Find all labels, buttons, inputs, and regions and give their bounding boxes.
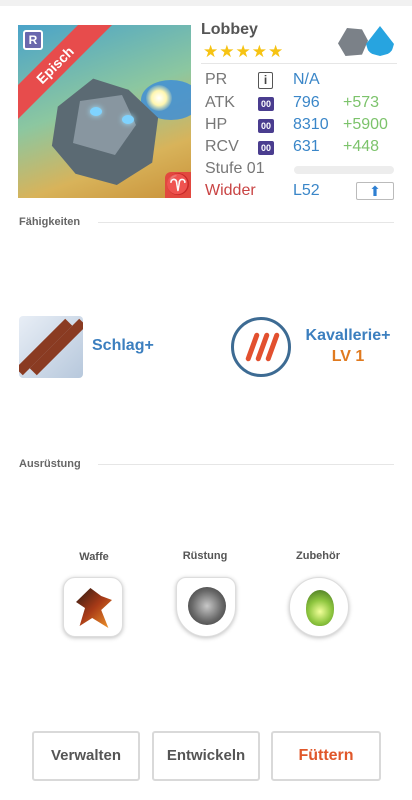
- zodiac-name: Widder: [205, 182, 256, 199]
- top-divider: [0, 0, 412, 6]
- zodiac-aries-icon: ♈: [165, 172, 191, 198]
- manage-button[interactable]: Verwalten: [32, 731, 140, 781]
- stat-label: ATK: [205, 94, 235, 111]
- rarity-badge-icon: R: [23, 30, 43, 50]
- stat-value: N/A: [293, 71, 320, 88]
- stat-row-atk: ATK 00 796 +573: [205, 94, 400, 116]
- level-progress-bar: [294, 166, 394, 174]
- armor-slot[interactable]: [176, 577, 236, 637]
- portrait-eye: [90, 107, 102, 116]
- evolve-button[interactable]: Entwickeln: [152, 731, 260, 781]
- stat-row-rcv: RCV 00 631 +448: [205, 138, 400, 160]
- equipment-label-accessory: Zubehör: [296, 550, 340, 562]
- arrows-strike-icon[interactable]: [19, 316, 83, 378]
- equipment-label-armor: Rüstung: [182, 550, 228, 562]
- skill-level: LV 1: [331, 348, 365, 365]
- portrait-eye: [122, 115, 134, 124]
- info-icon[interactable]: i: [258, 72, 273, 89]
- element-icons: [338, 26, 398, 58]
- stat-bonus: +448: [343, 138, 380, 155]
- level-label: Stufe 01: [205, 160, 265, 177]
- skills-section-title: Fähigkeiten: [19, 216, 81, 228]
- stat-value: 8310: [293, 116, 329, 133]
- stat-tag-badge: 00: [258, 97, 274, 111]
- water-drop-icon: [366, 26, 394, 56]
- weapon-slot[interactable]: [63, 577, 123, 637]
- stat-bonus: +573: [343, 94, 380, 111]
- stat-tag-badge: 00: [258, 141, 274, 155]
- claw-icon[interactable]: [231, 317, 291, 377]
- rock-icon: [338, 28, 368, 56]
- hero-name: Lobbey: [201, 21, 258, 38]
- stat-label: RCV: [205, 138, 239, 155]
- skills-divider: [98, 222, 394, 223]
- zodiac-level: L52: [293, 182, 320, 199]
- stat-row-pr: PR i N/A: [205, 71, 400, 93]
- equipment-section-title: Ausrüstung: [19, 458, 81, 470]
- hero-portrait[interactable]: Episch R ♈: [18, 25, 191, 198]
- armor-icon: [188, 587, 226, 625]
- stats-divider: [201, 63, 397, 64]
- stat-row-hp: HP 00 8310 +5900: [205, 116, 400, 138]
- stat-tag-badge: 00: [258, 119, 274, 133]
- equipment-label-weapon: Waffe: [79, 551, 109, 563]
- weapon-icon: [76, 588, 112, 628]
- stat-bonus: +5900: [343, 116, 388, 133]
- equipment-divider: [98, 464, 394, 465]
- skill-name[interactable]: Kavallerie+: [298, 327, 398, 345]
- stat-label: HP: [205, 116, 228, 133]
- stat-value: 796: [293, 94, 320, 111]
- stat-value: 631: [293, 138, 320, 155]
- star-rating: ★★★★★: [203, 42, 285, 61]
- accessory-icon: [306, 590, 334, 626]
- skill-name[interactable]: Schlag+: [92, 337, 154, 355]
- accessory-slot[interactable]: [289, 577, 349, 637]
- portrait-light-orb: [146, 85, 172, 111]
- upgrade-arrow-icon[interactable]: ⬆: [356, 182, 394, 200]
- stat-label: PR: [205, 71, 228, 88]
- feed-button[interactable]: Füttern: [271, 731, 381, 781]
